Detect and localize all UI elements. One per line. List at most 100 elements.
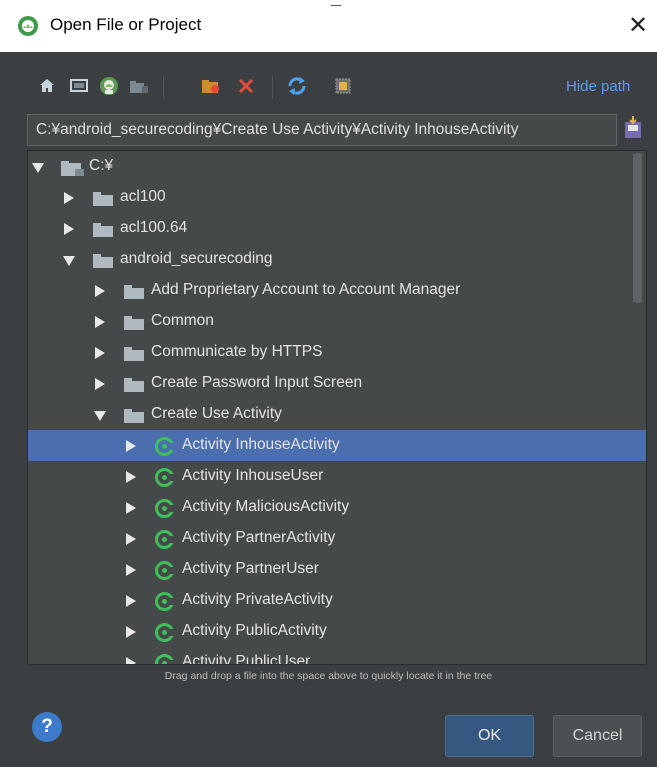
new-folder-button[interactable] [198, 68, 224, 104]
expand-arrow-icon[interactable] [126, 626, 136, 638]
module-icon [155, 437, 174, 456]
tree-row-label: Activity PrivateActivity [182, 591, 333, 608]
tree-row-module[interactable]: Activity InhouseUser [28, 461, 646, 492]
folder-icon [93, 254, 113, 268]
close-button[interactable]: ✕ [626, 12, 650, 38]
home-button[interactable] [34, 68, 60, 104]
toolbar-separator [272, 76, 273, 98]
tree-scrollbar-thumb[interactable] [633, 153, 642, 303]
tree-row-label: Activity PublicUser [182, 653, 311, 665]
module-icon [155, 499, 174, 518]
module-icon [155, 623, 174, 642]
tree-row-label: acl100.64 [120, 219, 188, 236]
file-tree[interactable]: C:¥ acl100 acl100.64 android_securecodin… [27, 150, 647, 665]
tree-row-module-selected[interactable]: Activity InhouseActivity [28, 430, 646, 461]
folder-icon [124, 285, 144, 299]
folder-icon [124, 409, 144, 423]
expand-arrow-icon[interactable] [126, 502, 136, 514]
drag-drop-hint: Drag and drop a file into the space abov… [164, 670, 493, 682]
expand-arrow-icon[interactable] [95, 347, 105, 359]
expand-arrow-icon[interactable] [126, 564, 136, 576]
expand-arrow-icon[interactable] [126, 657, 136, 664]
tree-row-module[interactable]: Activity PrivateActivity [28, 585, 646, 616]
tree-row-label: Activity PartnerUser [182, 560, 319, 577]
tree-row-folder[interactable]: android_securecoding [28, 244, 646, 275]
module-icon [155, 561, 174, 580]
cancel-button[interactable]: Cancel [553, 715, 642, 757]
delete-button[interactable] [233, 68, 259, 104]
folder-icon [93, 223, 113, 237]
expand-arrow-icon[interactable] [95, 378, 105, 390]
tree-row-folder[interactable]: Add Proprietary Account to Account Manag… [28, 275, 646, 306]
module-button[interactable] [126, 68, 152, 104]
tree-row-module[interactable]: Activity PartnerActivity [28, 523, 646, 554]
module-icon [155, 530, 174, 549]
refresh-icon [288, 77, 306, 95]
home-icon [40, 79, 54, 92]
open-file-dialog: Open File or Project ✕ Hide path C:¥andr… [0, 0, 657, 767]
tree-row-drive[interactable]: C:¥ [28, 151, 646, 182]
module-icon [155, 468, 174, 487]
tree-row-module[interactable]: Activity PublicUser [28, 647, 646, 665]
title-bar: Open File or Project ✕ [0, 0, 657, 52]
expand-arrow-icon[interactable] [126, 471, 136, 483]
expand-arrow-icon[interactable] [95, 285, 105, 297]
tree-row-label: C:¥ [89, 157, 114, 174]
tree-row-label: Communicate by HTTPS [151, 343, 323, 360]
tree-row-label: acl100 [120, 188, 166, 205]
show-hidden-button[interactable] [330, 68, 356, 104]
tree-row-folder[interactable]: Create Use Activity [28, 399, 646, 430]
help-button[interactable]: ? [32, 712, 62, 742]
android-project-icon [100, 77, 118, 95]
tree-row-folder[interactable]: acl100 [28, 182, 646, 213]
drive-icon [61, 161, 84, 176]
folder-icon [93, 192, 113, 206]
tree-row-module[interactable]: Activity PublicActivity [28, 616, 646, 647]
tree-row-folder[interactable]: acl100.64 [28, 213, 646, 244]
desktop-icon [70, 79, 88, 92]
tree-row-label: Common [151, 312, 214, 329]
module-folder-icon [130, 81, 148, 93]
tree-row-label: Activity PartnerActivity [182, 529, 336, 546]
expand-arrow-icon[interactable] [95, 316, 105, 328]
tree-row-label: Add Proprietary Account to Account Manag… [151, 281, 461, 298]
ok-button[interactable]: OK [445, 715, 534, 757]
collapse-arrow-icon[interactable] [32, 163, 44, 173]
expand-arrow-icon[interactable] [64, 223, 74, 235]
tree-row-label: Create Password Input Screen [151, 374, 363, 391]
tree-row-module[interactable]: Activity MaliciousActivity [28, 492, 646, 523]
delete-icon [238, 78, 254, 94]
toolbar: Hide path [0, 68, 657, 108]
tree-row-label: Activity InhouseUser [182, 467, 324, 484]
tree-row-module[interactable]: Activity PartnerUser [28, 554, 646, 585]
tree-row-label: Activity InhouseActivity [182, 436, 340, 453]
new-folder-icon [202, 80, 219, 93]
dialog-title: Open File or Project [50, 15, 202, 34]
module-icon [155, 592, 174, 611]
project-button[interactable] [96, 68, 122, 104]
desktop-button[interactable] [66, 68, 92, 104]
expand-arrow-icon[interactable] [64, 192, 74, 204]
tree-row-label: android_securecoding [120, 250, 273, 267]
hide-path-link[interactable]: Hide path [566, 78, 630, 95]
tree-row-folder[interactable]: Communicate by HTTPS [28, 337, 646, 368]
tree-row-folder[interactable]: Common [28, 306, 646, 337]
tree-row-label: Activity MaliciousActivity [182, 498, 350, 515]
collapse-arrow-icon[interactable] [63, 256, 75, 266]
tree-row-folder[interactable]: Create Password Input Screen [28, 368, 646, 399]
title-grip [331, 5, 341, 6]
path-input[interactable]: C:¥android_securecoding¥Create Use Activ… [27, 114, 617, 146]
expand-arrow-icon[interactable] [126, 533, 136, 545]
intellij-android-logo-icon [18, 16, 38, 36]
tree-row-label: Activity PublicActivity [182, 622, 327, 639]
folder-icon [124, 378, 144, 392]
expand-arrow-icon[interactable] [126, 595, 136, 607]
folder-icon [124, 347, 144, 361]
folder-icon [124, 316, 144, 330]
show-hidden-icon [335, 78, 351, 94]
expand-arrow-icon[interactable] [126, 440, 136, 452]
path-history-icon[interactable] [622, 114, 644, 144]
refresh-button[interactable] [284, 68, 310, 104]
collapse-arrow-icon[interactable] [94, 411, 106, 421]
toolbar-separator [163, 76, 164, 98]
